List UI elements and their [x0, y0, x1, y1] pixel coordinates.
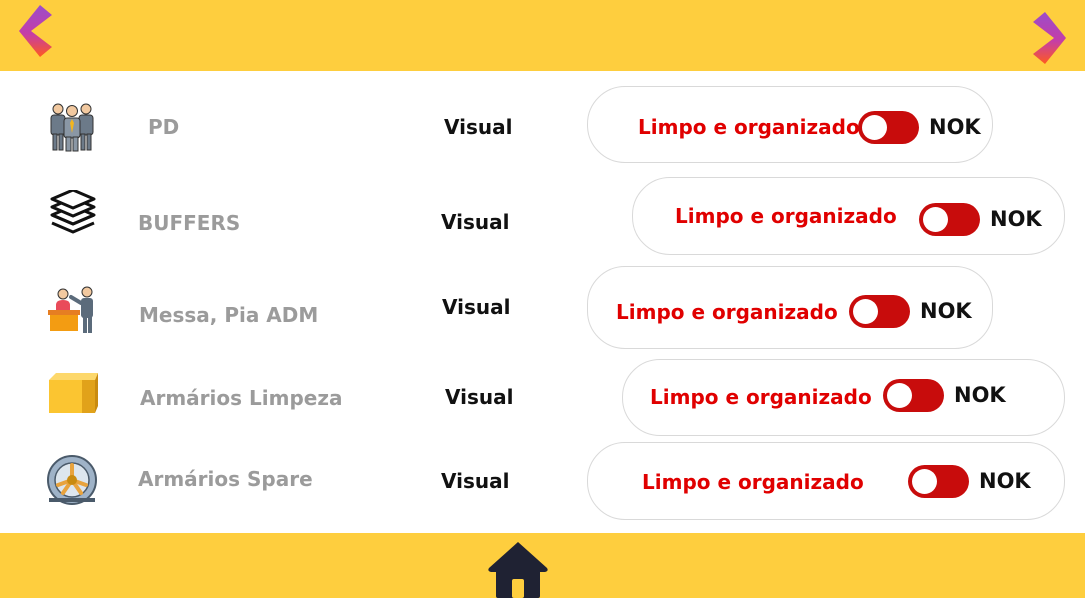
layers-icon — [46, 190, 100, 244]
status-toggle[interactable] — [908, 465, 969, 498]
status-toggle[interactable] — [858, 111, 919, 144]
row-name-buffers: BUFFERS — [138, 211, 241, 235]
criterion-label: Limpo e organizado — [638, 115, 860, 139]
toggle-knob — [862, 115, 887, 140]
status-toggle[interactable] — [919, 203, 980, 236]
status-label: NOK — [954, 383, 1006, 407]
criterion-label: Limpo e organizado — [650, 385, 872, 409]
row-method: Visual — [441, 469, 510, 493]
criterion-label: Limpo e organizado — [675, 204, 897, 228]
toggle-knob — [887, 383, 912, 408]
row-method: Visual — [444, 115, 513, 139]
toggle-knob — [912, 469, 937, 494]
toggle-knob — [853, 299, 878, 324]
reception-desk-icon — [46, 283, 100, 337]
row-method: Visual — [445, 385, 514, 409]
criterion-label: Limpo e organizado — [616, 300, 838, 324]
top-bar — [0, 0, 1085, 71]
box-icon — [46, 366, 100, 420]
criterion-label: Limpo e organizado — [642, 470, 864, 494]
wheel-icon — [45, 454, 99, 508]
status-toggle[interactable] — [849, 295, 910, 328]
chevron-left-icon[interactable] — [14, 3, 56, 59]
status-label: NOK — [929, 115, 981, 139]
status-label: NOK — [920, 299, 972, 323]
status-label: NOK — [979, 469, 1031, 493]
row-name-armarios-limpeza: Armários Limpeza — [140, 386, 343, 410]
row-name-pd: PD — [148, 115, 180, 139]
status-label: NOK — [990, 207, 1042, 231]
row-name-armarios-spare: Armários Spare — [138, 467, 313, 491]
row-method: Visual — [441, 210, 510, 234]
status-toggle[interactable] — [883, 379, 944, 412]
row-name-messa-pia-adm: Messa, Pia ADM — [139, 303, 319, 327]
toggle-knob — [923, 207, 948, 232]
chevron-right-icon[interactable] — [1029, 10, 1071, 66]
home-icon[interactable] — [487, 541, 549, 602]
row-method: Visual — [442, 295, 511, 319]
people-group-icon — [45, 99, 99, 153]
